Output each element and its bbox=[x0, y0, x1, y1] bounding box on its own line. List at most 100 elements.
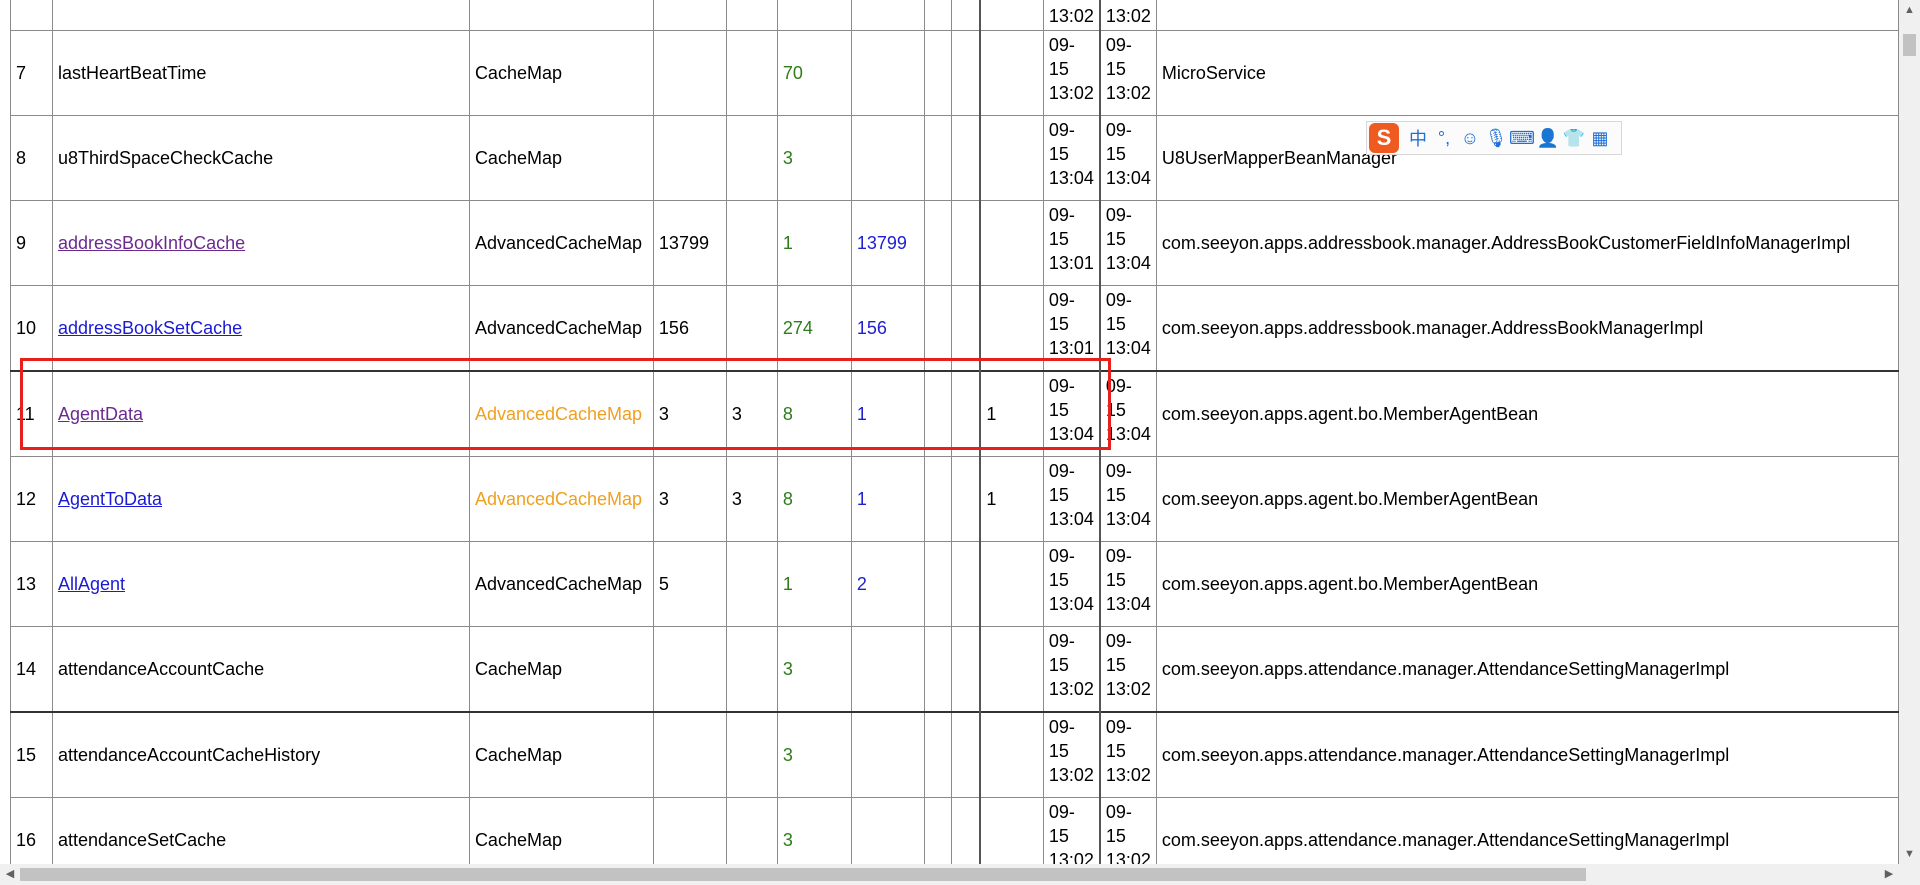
empty-cell bbox=[468, 0, 654, 31]
col-count-1 bbox=[652, 797, 727, 864]
col-count-2 bbox=[725, 30, 778, 116]
vertical-scroll-thumb[interactable] bbox=[1903, 34, 1916, 56]
col-count-5 bbox=[923, 711, 952, 798]
emoji-icon[interactable]: ☺ bbox=[1457, 128, 1483, 149]
class-name: com.seeyon.apps.attendance.manager.Atten… bbox=[1155, 797, 1899, 864]
time-line: 13:04 bbox=[1105, 594, 1151, 614]
col-count-7: 1 bbox=[979, 370, 1044, 457]
time-line: 13:02 bbox=[1048, 850, 1094, 864]
col-count-6 bbox=[950, 711, 981, 798]
cache-name-link[interactable]: AgentToData bbox=[58, 489, 162, 509]
time-line: 13:04 bbox=[1105, 509, 1151, 529]
time-line: 09- bbox=[1048, 290, 1075, 310]
grid-icon[interactable]: ▦ bbox=[1587, 128, 1613, 149]
scroll-up-arrow-icon[interactable]: ▲ bbox=[1899, 0, 1920, 20]
time-line: 09- bbox=[1048, 802, 1075, 822]
time-cell: 09- 15 13:02 bbox=[1042, 711, 1101, 798]
empty-cell bbox=[979, 0, 1044, 31]
punctuation-toggle[interactable]: °, bbox=[1431, 128, 1457, 149]
col-count-3: 274 bbox=[776, 285, 852, 372]
sogou-logo-icon[interactable]: S bbox=[1369, 123, 1399, 153]
col-count-4 bbox=[850, 115, 925, 201]
cache-type: CacheMap bbox=[468, 115, 654, 201]
class-name: MicroService bbox=[1155, 30, 1899, 116]
time-line: 09- bbox=[1048, 631, 1075, 651]
scroll-down-arrow-icon[interactable]: ▼ bbox=[1899, 844, 1920, 864]
shirt-icon[interactable]: 👕 bbox=[1561, 128, 1587, 149]
cache-name[interactable]: AllAgent bbox=[51, 541, 470, 627]
col-count-6 bbox=[950, 541, 981, 627]
cache-name-link[interactable]: addressBookSetCache bbox=[58, 318, 242, 338]
scroll-left-arrow-icon[interactable]: ◀ bbox=[0, 864, 20, 885]
col-count-7 bbox=[979, 541, 1044, 627]
col-count-5 bbox=[923, 200, 952, 286]
time-line: 09- bbox=[1105, 802, 1132, 822]
horizontal-scrollbar[interactable]: ◀ ▶ bbox=[0, 864, 1899, 885]
time-line: 13:02 bbox=[1105, 679, 1151, 699]
time-cell: 09- 15 13:04 bbox=[1042, 541, 1101, 627]
cache-name-text: attendanceAccountCache bbox=[57, 659, 265, 679]
time-line: 09- bbox=[1105, 631, 1132, 651]
time-line: 15 bbox=[1105, 741, 1126, 761]
cache-name[interactable]: addressBookInfoCache bbox=[51, 200, 470, 286]
col-count-6 bbox=[950, 456, 981, 542]
time-line: 15 bbox=[1105, 229, 1126, 249]
cache-type: CacheMap bbox=[468, 626, 654, 713]
user-icon[interactable]: 👤 bbox=[1535, 128, 1561, 149]
vertical-scrollbar[interactable]: ▲ ▼ bbox=[1899, 0, 1920, 864]
horizontal-scroll-thumb[interactable] bbox=[20, 868, 1586, 881]
col-count-5 bbox=[923, 285, 952, 372]
time-line: 09- bbox=[1105, 546, 1132, 566]
time-cell: 09- 15 13:04 bbox=[1098, 200, 1157, 286]
col-count-5 bbox=[923, 30, 952, 116]
col-count-7 bbox=[979, 626, 1044, 713]
table-row: 11 AgentData AdvancedCacheMap 3 3 8 1 1 09- 15 13:… bbox=[10, 370, 1899, 457]
time-line: 13:02 bbox=[1048, 679, 1094, 699]
cache-name[interactable]: AgentData bbox=[51, 370, 470, 457]
cache-type: AdvancedCacheMap bbox=[468, 285, 654, 372]
microphone-icon[interactable]: 🎙 bbox=[1483, 128, 1509, 149]
time-cell: 09- 15 13:04 bbox=[1098, 456, 1157, 542]
cache-name-text: attendanceAccountCacheHistory bbox=[57, 745, 321, 765]
time-cell: 09- 15 13:04 bbox=[1042, 456, 1101, 542]
cache-name-text: u8ThirdSpaceCheckCache bbox=[57, 148, 274, 168]
col-count-5 bbox=[923, 456, 952, 542]
col-count-4 bbox=[850, 711, 925, 798]
time-cell: 09- 15 13:04 bbox=[1098, 370, 1157, 457]
cache-name-link[interactable]: AgentData bbox=[58, 404, 143, 424]
col-count-3: 3 bbox=[776, 797, 852, 864]
col-count-1: 5 bbox=[652, 541, 727, 627]
time-line: 15 bbox=[1048, 59, 1069, 79]
class-name: com.seeyon.apps.addressbook.manager.Addr… bbox=[1155, 285, 1899, 372]
row-index: 8 bbox=[10, 115, 53, 201]
time-cell: 09- 15 13:04 bbox=[1042, 370, 1101, 457]
cache-name-link[interactable]: addressBookInfoCache bbox=[58, 233, 245, 253]
col-count-6 bbox=[950, 797, 981, 864]
row-index: 9 bbox=[10, 200, 53, 286]
ime-toolbar[interactable]: S 中 °, ☺ 🎙 ⌨ 👤 👕 ▦ bbox=[1366, 121, 1622, 155]
time-line: 15 bbox=[1105, 485, 1126, 505]
scroll-right-arrow-icon[interactable]: ▶ bbox=[1879, 864, 1899, 885]
time-line: 09- bbox=[1105, 461, 1132, 481]
time-line: 15 bbox=[1048, 144, 1069, 164]
col-count-5 bbox=[923, 797, 952, 864]
col-count-3: 70 bbox=[776, 30, 852, 116]
row-index: 11 bbox=[10, 370, 53, 457]
cache-name[interactable]: addressBookSetCache bbox=[51, 285, 470, 372]
cache-type: AdvancedCacheMap bbox=[468, 541, 654, 627]
time-line: 15 bbox=[1048, 826, 1069, 846]
time-line: 13:04 bbox=[1105, 424, 1151, 444]
col-count-7: 1 bbox=[979, 456, 1044, 542]
empty-cell bbox=[776, 0, 852, 31]
col-count-4: 1 bbox=[850, 370, 925, 457]
ime-mode-toggle[interactable]: 中 bbox=[1405, 125, 1431, 151]
col-count-1: 13799 bbox=[652, 200, 727, 286]
table-row: 15 attendanceAccountCacheHistory CacheMap 3… bbox=[10, 711, 1899, 798]
col-count-7 bbox=[979, 30, 1044, 116]
cache-name-link[interactable]: AllAgent bbox=[58, 574, 125, 594]
table-row: 10 addressBookSetCache AdvancedCacheMap 156… bbox=[10, 285, 1899, 372]
keyboard-icon[interactable]: ⌨ bbox=[1509, 128, 1535, 149]
cache-name: u8ThirdSpaceCheckCache bbox=[51, 115, 470, 201]
cache-name-text: attendanceSetCache bbox=[57, 830, 227, 850]
cache-name[interactable]: AgentToData bbox=[51, 456, 470, 542]
